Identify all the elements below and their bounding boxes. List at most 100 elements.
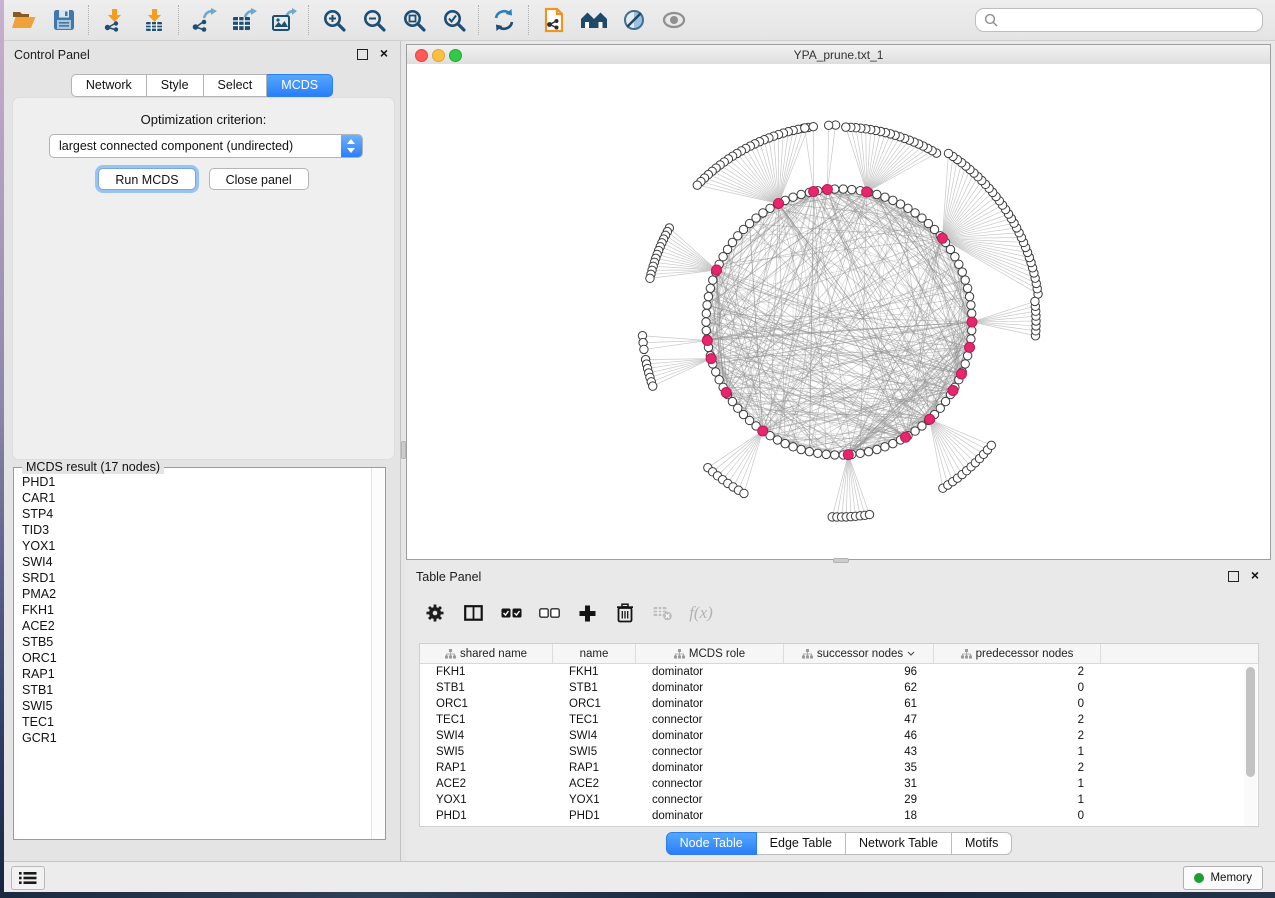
table-row[interactable]: STB1STB1dominator620 <box>420 680 1258 696</box>
memory-button[interactable]: Memory <box>1183 866 1263 890</box>
export-network-icon <box>191 8 217 32</box>
network-from-file-button[interactable] <box>534 4 574 36</box>
table-cell: 1 <box>934 746 1101 758</box>
tab-network-table[interactable]: Network Table <box>846 832 952 855</box>
import-network-button[interactable] <box>94 4 134 36</box>
network-canvas[interactable] <box>407 64 1270 559</box>
close-panel-icon[interactable]: × <box>1251 568 1259 582</box>
toolbar-separator <box>308 5 310 35</box>
table-cell: ACE2 <box>553 778 636 790</box>
dropdown-stepper-icon <box>341 135 362 157</box>
mcds-result-item[interactable]: YOX1 <box>15 538 372 554</box>
fit-content-button[interactable] <box>394 4 434 36</box>
zoom-out-button[interactable] <box>354 4 394 36</box>
network-window-titlebar[interactable]: YPA_prune.txt_1 <box>407 45 1270 65</box>
function-builder-button[interactable]: f(x) <box>682 597 720 629</box>
column-header-mcds-role[interactable]: MCDS role <box>636 644 784 663</box>
zoom-in-button[interactable] <box>314 4 354 36</box>
close-panel-icon[interactable]: × <box>380 46 388 60</box>
table-row[interactable]: TEC1TEC1connector472 <box>420 712 1258 728</box>
table-row[interactable]: SWI5SWI5connector431 <box>420 744 1258 760</box>
table-cell: dominator <box>636 682 784 694</box>
tab-mcds[interactable]: MCDS <box>267 74 333 97</box>
column-header-name[interactable]: name <box>553 644 636 663</box>
column-header-successor-nodes[interactable]: successor nodes <box>784 644 934 663</box>
tab-network[interactable]: Network <box>71 74 147 97</box>
column-header-predecessor-nodes[interactable]: predecessor nodes <box>934 644 1101 663</box>
select-all-button[interactable] <box>492 597 530 629</box>
tab-edge-table[interactable]: Edge Table <box>757 832 846 855</box>
tab-select[interactable]: Select <box>204 74 268 97</box>
settings-gear-button[interactable] <box>416 597 454 629</box>
node-table-header: shared name name MCDS role successor nod… <box>420 644 1258 664</box>
clear-selection-button[interactable] <box>530 597 568 629</box>
mcds-result-item[interactable]: FKH1 <box>15 602 372 618</box>
mcds-result-item[interactable]: STB5 <box>15 634 372 650</box>
show-graphics-button[interactable] <box>654 4 694 36</box>
table-cell: 62 <box>784 682 934 694</box>
float-window-icon[interactable] <box>1228 571 1239 582</box>
delete-table-icon <box>653 605 673 621</box>
table-row[interactable]: ORC1ORC1dominator610 <box>420 696 1258 712</box>
optimization-criterion-dropdown[interactable]: largest connected component (undirected) <box>49 134 363 158</box>
open-folder-icon <box>11 9 37 31</box>
search-input[interactable] <box>1003 12 1262 28</box>
table-cell: RAP1 <box>420 762 553 774</box>
mcds-result-item[interactable]: PHD1 <box>15 474 372 490</box>
mcds-result-item[interactable]: ORC1 <box>15 650 372 666</box>
run-mcds-button[interactable]: Run MCDS <box>98 168 195 190</box>
mcds-result-item[interactable]: SWI4 <box>15 554 372 570</box>
table-row[interactable]: SWI4SWI4dominator462 <box>420 728 1258 744</box>
first-neighbors-button[interactable] <box>574 4 614 36</box>
search-field[interactable] <box>975 8 1263 32</box>
memory-status-icon <box>1194 873 1204 883</box>
table-cell: ORC1 <box>420 698 553 710</box>
table-row[interactable]: PHD1PHD1dominator180 <box>420 808 1258 824</box>
close-panel-button[interactable]: Close panel <box>209 168 309 190</box>
float-window-icon[interactable] <box>357 49 368 60</box>
hide-selected-button[interactable] <box>614 4 654 36</box>
main-toolbar <box>4 0 1275 41</box>
save-session-button[interactable] <box>44 4 84 36</box>
mcds-result-scrollbar[interactable] <box>371 468 385 839</box>
tab-motifs[interactable]: Motifs <box>952 832 1012 855</box>
mcds-result-item[interactable]: TID3 <box>15 522 372 538</box>
table-row[interactable]: RAP1RAP1dominator352 <box>420 760 1258 776</box>
export-table-button[interactable] <box>224 4 264 36</box>
mcds-result-item[interactable]: STB1 <box>15 682 372 698</box>
export-image-button[interactable] <box>264 4 304 36</box>
column-layout-button[interactable] <box>454 597 492 629</box>
tab-node-table[interactable]: Node Table <box>666 832 757 855</box>
delete-column-button[interactable] <box>606 597 644 629</box>
column-header-shared-name[interactable]: shared name <box>420 644 553 663</box>
open-file-button[interactable] <box>4 4 44 36</box>
mcds-result-item[interactable]: CAR1 <box>15 490 372 506</box>
table-cell: RAP1 <box>553 762 636 774</box>
table-row[interactable]: FKH1FKH1dominator962 <box>420 664 1258 680</box>
export-network-button[interactable] <box>184 4 224 36</box>
table-cell: 61 <box>784 698 934 710</box>
import-table-button[interactable] <box>134 4 174 36</box>
table-cell: 1 <box>934 778 1101 790</box>
control-panel-title: Control Panel <box>14 48 90 62</box>
mcds-result-item[interactable]: STP4 <box>15 506 372 522</box>
mcds-result-item[interactable]: RAP1 <box>15 666 372 682</box>
table-row[interactable]: YOX1YOX1connector291 <box>420 792 1258 808</box>
mcds-result-item[interactable]: SRD1 <box>15 570 372 586</box>
network-window: YPA_prune.txt_1 <box>406 44 1271 560</box>
mcds-result-item[interactable]: SWI5 <box>15 698 372 714</box>
table-cell: connector <box>636 746 784 758</box>
show-panels-button[interactable] <box>11 866 45 890</box>
zoom-selected-button[interactable] <box>434 4 474 36</box>
add-column-button[interactable] <box>568 597 606 629</box>
scrollbar-thumb[interactable] <box>1246 667 1255 777</box>
delete-table-button[interactable] <box>644 597 682 629</box>
mcds-result-item[interactable]: GCR1 <box>15 730 372 746</box>
mcds-result-item[interactable]: TEC1 <box>15 714 372 730</box>
mcds-result-item[interactable]: PMA2 <box>15 586 372 602</box>
tab-style[interactable]: Style <box>147 74 204 97</box>
table-scrollbar[interactable] <box>1244 664 1257 825</box>
table-row[interactable]: ACE2ACE2connector311 <box>420 776 1258 792</box>
refresh-layout-button[interactable] <box>484 4 524 36</box>
mcds-result-item[interactable]: ACE2 <box>15 618 372 634</box>
